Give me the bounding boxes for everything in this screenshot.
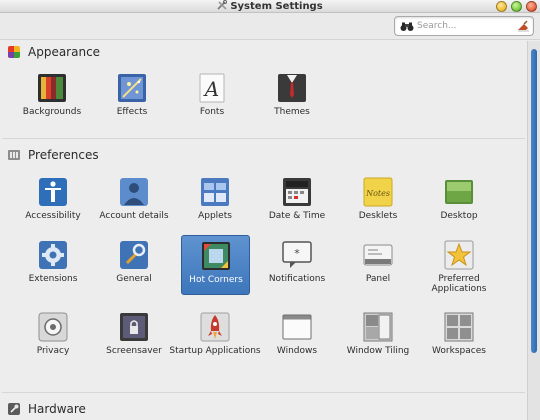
account-details-icon <box>120 178 148 206</box>
startup-applications-icon <box>200 312 230 342</box>
general-icon <box>120 241 148 269</box>
settings-content: Appearance Backgrounds Effects A Fonts T… <box>0 41 527 420</box>
item-extensions[interactable]: Extensions <box>19 235 87 293</box>
svg-text:*: * <box>294 247 300 260</box>
item-themes[interactable]: Themes <box>258 68 326 126</box>
svg-text:A: A <box>203 77 219 101</box>
toolbar <box>0 13 540 40</box>
appearance-icon <box>8 46 20 58</box>
clear-search-icon[interactable] <box>517 20 530 32</box>
item-date-time[interactable]: Date & Time <box>263 172 331 230</box>
binoculars-icon <box>400 22 414 31</box>
item-effects[interactable]: Effects <box>98 68 166 126</box>
search-box[interactable] <box>394 16 534 36</box>
panel-icon <box>363 244 393 266</box>
item-panel[interactable]: Panel <box>344 235 412 293</box>
applets-icon <box>201 178 229 206</box>
item-general[interactable]: General <box>100 235 168 293</box>
item-label: Themes <box>274 107 310 117</box>
hardware-icon <box>8 403 20 415</box>
item-notifications[interactable]: * Notifications <box>263 235 331 293</box>
item-window-tiling[interactable]: Window Tiling <box>344 307 412 365</box>
item-hot-corners[interactable]: Hot Corners <box>181 235 250 295</box>
item-applets[interactable]: Applets <box>181 172 249 230</box>
effects-icon <box>118 74 146 102</box>
item-label: Desktop <box>440 211 478 221</box>
section-divider <box>2 138 525 139</box>
fonts-icon: A <box>199 73 225 103</box>
item-privacy[interactable]: Privacy <box>19 307 87 365</box>
item-label: Workspaces <box>432 346 486 356</box>
vertical-scrollbar[interactable] <box>527 41 540 420</box>
windows-icon <box>282 314 312 340</box>
window-title: System Settings <box>230 1 323 12</box>
desktop-icon <box>445 180 473 204</box>
item-fonts[interactable]: A Fonts <box>178 68 246 126</box>
section-title: Preferences <box>28 148 99 162</box>
extensions-icon <box>39 241 67 269</box>
preferences-icon <box>8 150 20 160</box>
svg-text:Notes: Notes <box>365 189 390 198</box>
section-title: Appearance <box>28 45 101 59</box>
workspaces-icon <box>444 312 474 342</box>
backgrounds-icon <box>38 74 66 102</box>
item-account-details[interactable]: Account details <box>99 172 169 230</box>
item-backgrounds[interactable]: Backgrounds <box>18 68 86 126</box>
item-desktop[interactable]: Desktop <box>425 172 493 230</box>
desklets-icon: Notes <box>363 177 393 207</box>
hot-corners-icon <box>202 242 230 270</box>
themes-icon <box>278 74 306 102</box>
close-button[interactable] <box>526 1 537 12</box>
item-workspaces[interactable]: Workspaces <box>425 307 493 365</box>
item-startup-applications[interactable]: Startup Applications <box>169 307 261 365</box>
section-title: Hardware <box>28 402 86 416</box>
window-tiling-icon <box>363 312 393 342</box>
minimize-button[interactable] <box>496 1 507 12</box>
notifications-icon: * <box>282 241 312 268</box>
title-bar: System Settings <box>0 0 540 13</box>
accessibility-icon <box>39 178 67 206</box>
system-settings-icon <box>217 0 228 10</box>
section-divider <box>2 392 525 393</box>
search-input[interactable] <box>417 18 513 34</box>
privacy-icon <box>38 312 68 342</box>
item-label: Preferred Applications <box>431 274 487 294</box>
preferred-applications-icon <box>444 240 474 270</box>
item-screensaver[interactable]: Screensaver <box>100 307 168 365</box>
scrollbar-thumb[interactable] <box>531 49 537 353</box>
maximize-button[interactable] <box>511 1 522 12</box>
item-windows[interactable]: Windows <box>263 307 331 365</box>
item-accessibility[interactable]: Accessibility <box>19 172 87 230</box>
item-desklets[interactable]: Notes Desklets <box>344 172 412 230</box>
date-time-icon <box>283 178 311 206</box>
item-preferred-applications[interactable]: Preferred Applications <box>425 235 493 294</box>
screensaver-icon <box>120 313 148 341</box>
